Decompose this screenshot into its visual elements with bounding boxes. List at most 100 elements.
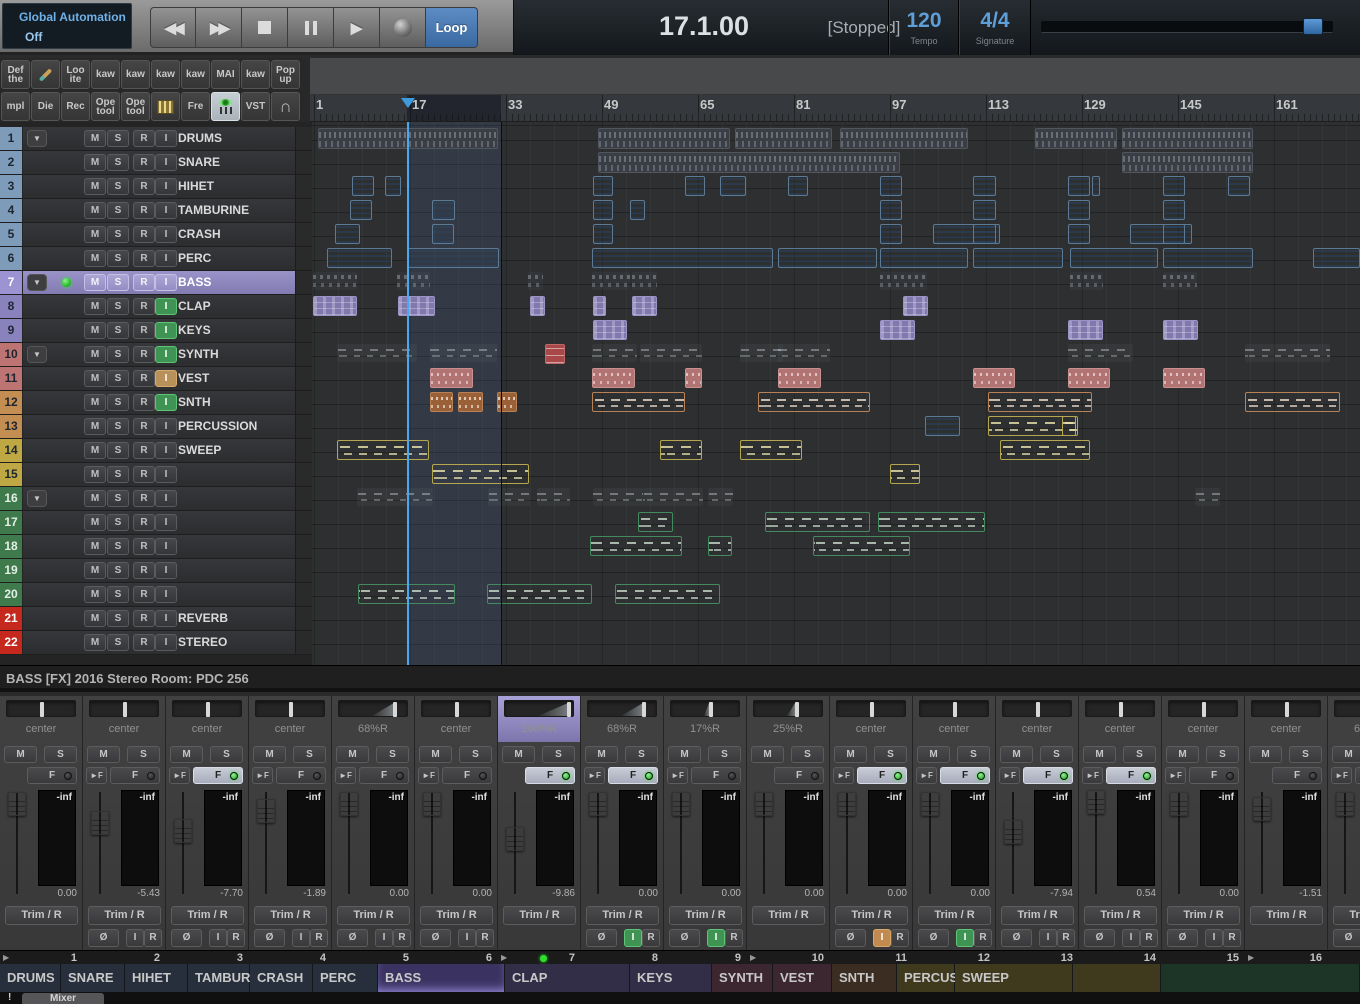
track-number[interactable]: 14 <box>0 439 22 462</box>
solo-button[interactable]: S <box>210 746 243 763</box>
volume-fader[interactable] <box>1253 797 1271 821</box>
track-body[interactable]: MSRISTEREO <box>23 631 295 654</box>
media-clip[interactable] <box>660 440 702 460</box>
media-clip[interactable] <box>398 296 435 316</box>
input-button[interactable]: I <box>155 610 177 627</box>
strip-number-bar[interactable]: 8 <box>581 950 664 964</box>
mute-button[interactable]: M <box>84 394 106 411</box>
media-clip[interactable] <box>840 128 968 149</box>
media-clip[interactable] <box>528 272 543 290</box>
trim-read-button[interactable]: Trim / R <box>337 906 410 925</box>
media-clip[interactable] <box>1195 488 1220 506</box>
mute-button[interactable]: M <box>84 322 106 339</box>
media-clip[interactable] <box>1122 152 1253 173</box>
media-clip[interactable] <box>758 392 870 412</box>
fx-sends-button[interactable]: ►F <box>1165 767 1186 784</box>
fx-sends-button[interactable]: ►F <box>1331 767 1352 784</box>
pan-slider[interactable] <box>1251 700 1321 717</box>
phase-button[interactable]: Ø <box>918 929 949 947</box>
media-clip[interactable] <box>765 512 870 532</box>
media-clip[interactable] <box>487 584 592 604</box>
solo-button[interactable]: S <box>107 202 129 219</box>
mixer-name-cell-percussion[interactable]: PERCUSSION <box>897 964 955 992</box>
track-row-13[interactable]: 13MSRIPERCUSSION <box>0 415 312 439</box>
track-number[interactable]: 3 <box>0 175 22 198</box>
strip-number-bar[interactable]: 9 <box>664 950 747 964</box>
strip-number-bar[interactable]: 13 <box>996 950 1079 964</box>
input-button[interactable]: I <box>155 346 177 363</box>
track-body[interactable]: ▼MSRIDRUMS <box>23 127 295 150</box>
playback-position[interactable]: 17.1.00 <box>604 11 804 42</box>
pan-slider[interactable] <box>1168 700 1238 717</box>
media-clip[interactable] <box>880 272 927 290</box>
phase-button[interactable]: Ø <box>420 929 451 947</box>
recarm-button[interactable]: R <box>133 154 155 171</box>
media-clip[interactable] <box>973 368 1015 388</box>
mute-button[interactable]: M <box>585 746 618 763</box>
track-body[interactable]: MSRICRASH <box>23 223 295 246</box>
solo-button[interactable]: S <box>957 746 990 763</box>
media-clip[interactable] <box>337 440 429 460</box>
fx-button[interactable]: F <box>525 767 575 784</box>
track-number[interactable]: 13 <box>0 415 22 438</box>
trim-read-button[interactable]: Trim / R <box>5 906 78 925</box>
input-button[interactable]: I <box>209 929 227 947</box>
track-row-17[interactable]: 17MSRI <box>0 511 312 535</box>
pan-handle[interactable] <box>642 702 646 717</box>
phase-button[interactable]: Ø <box>1333 929 1360 947</box>
track-name[interactable]: VEST <box>178 371 209 385</box>
mute-button[interactable]: M <box>84 298 106 315</box>
media-clip[interactable] <box>593 296 606 316</box>
media-clip[interactable] <box>397 272 430 290</box>
media-clip[interactable] <box>1092 176 1100 196</box>
pan-handle[interactable] <box>953 702 957 717</box>
track-name[interactable]: KEYS <box>178 323 211 337</box>
trim-read-button[interactable]: Trim / R <box>1167 906 1240 925</box>
pan-handle[interactable] <box>1036 702 1040 717</box>
strip-number-bar[interactable]: 5 <box>332 950 415 964</box>
media-clip[interactable] <box>1070 272 1103 290</box>
mute-button[interactable]: M <box>1332 746 1360 763</box>
trim-read-button[interactable]: Trim / R <box>503 906 576 925</box>
media-clip[interactable] <box>327 248 392 268</box>
mute-button[interactable]: M <box>253 746 286 763</box>
media-clip[interactable] <box>640 344 702 362</box>
media-clip[interactable] <box>638 512 673 532</box>
media-clip[interactable] <box>1068 368 1110 388</box>
solo-button[interactable]: S <box>107 322 129 339</box>
track-name[interactable]: DRUMS <box>178 131 222 145</box>
media-clip[interactable] <box>337 344 417 362</box>
solo-button[interactable]: S <box>107 250 129 267</box>
volume-fader[interactable] <box>1170 792 1188 816</box>
pan-slider[interactable] <box>421 700 491 717</box>
mixer-name-cell[interactable] <box>1161 964 1360 992</box>
toolbar-row1-button-6[interactable]: kaw <box>151 60 180 89</box>
media-clip[interactable] <box>630 200 645 220</box>
playrate-thumb[interactable] <box>1303 18 1323 35</box>
media-clip[interactable] <box>1163 272 1197 290</box>
input-button[interactable]: I <box>155 274 177 291</box>
mixer-name-cell-clap[interactable]: CLAP <box>505 964 630 992</box>
fx-sends-button[interactable]: ►F <box>916 767 937 784</box>
input-button[interactable]: I <box>292 929 310 947</box>
rewind-button[interactable]: ◀◀ <box>150 7 196 48</box>
recarm-button[interactable]: R <box>133 250 155 267</box>
toolbar-row1-button-1[interactable]: Def the <box>1 60 30 89</box>
solo-button[interactable]: S <box>107 130 129 147</box>
track-body[interactable]: MSRICLAP <box>23 295 295 318</box>
input-button[interactable]: I <box>155 562 177 579</box>
solo-button[interactable]: S <box>107 586 129 603</box>
pan-slider[interactable] <box>172 700 242 717</box>
mute-button[interactable]: M <box>1249 746 1282 763</box>
fx-sends-button[interactable]: ►F <box>667 767 688 784</box>
fx-button[interactable]: F <box>774 767 824 784</box>
media-clip[interactable] <box>973 248 1063 268</box>
media-clip[interactable] <box>643 488 703 506</box>
track-number[interactable]: 18 <box>0 535 22 558</box>
route-button[interactable]: R <box>310 929 328 947</box>
mixer-name-cell-crash[interactable]: CRASH <box>250 964 313 992</box>
solo-button[interactable]: S <box>107 490 129 507</box>
fx-button[interactable]: F <box>1023 767 1073 784</box>
input-button[interactable]: I <box>155 514 177 531</box>
solo-button[interactable]: S <box>107 514 129 531</box>
